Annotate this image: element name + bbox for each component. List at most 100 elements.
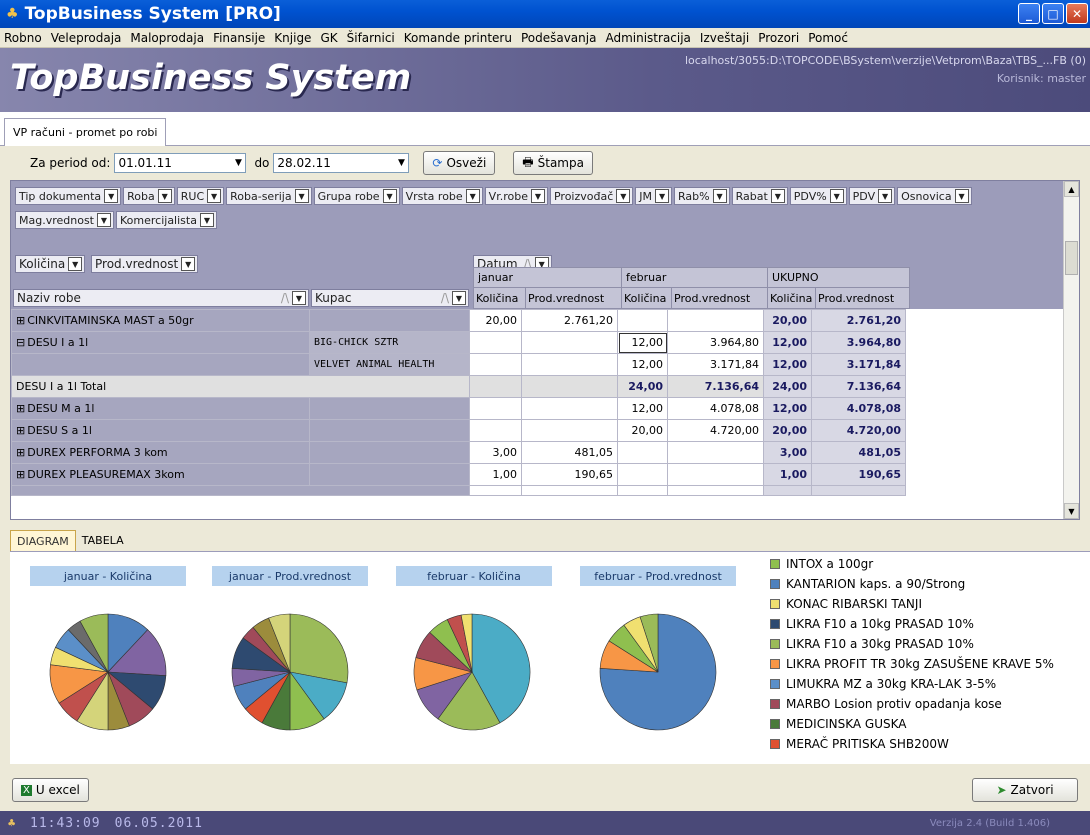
menu-sifarnici[interactable]: Šifarnici — [347, 31, 395, 45]
tab-diagram[interactable]: DIAGRAM — [10, 530, 76, 551]
expand-icon[interactable]: ⊞ — [16, 424, 25, 437]
dropdown-arrow-icon[interactable]: ▼ — [616, 189, 631, 203]
menu-veleprodaja[interactable]: Veleprodaja — [51, 31, 122, 45]
dropdown-arrow-icon[interactable]: ▼ — [394, 158, 408, 168]
table-row[interactable]: ⊞ CINKVITAMINSKA MAST a 50gr 20,00 2.761,20… — [11, 309, 906, 332]
table-row[interactable]: DESU I a 1l Total 24,00 7.136,64 24,00 7.136… — [11, 375, 906, 398]
print-button[interactable]: 🖶 Štampa — [513, 151, 593, 175]
table-row[interactable] — [11, 485, 906, 496]
filter-field-2[interactable]: RUC ▼ — [176, 187, 225, 205]
close-window-button[interactable]: ➤ Zatvori — [972, 778, 1078, 802]
filter-field-3[interactable]: Roba-serija ▼ — [226, 187, 312, 205]
expand-icon[interactable]: ⊞ — [16, 402, 25, 415]
data-field-kolicina[interactable]: Količina ▼ — [15, 255, 86, 273]
filter-field-11[interactable]: PDV% ▼ — [789, 187, 847, 205]
customer-cell — [309, 397, 470, 420]
legend-item: LIMUKRA MZ a 30kg KRA-LAK 3-5% — [770, 674, 1054, 694]
dropdown-arrow-icon[interactable]: ▼ — [97, 213, 111, 227]
value-cell: 2.761,20 — [811, 309, 906, 332]
value-cell: 190,65 — [811, 463, 906, 486]
dropdown-arrow-icon[interactable]: ▼ — [878, 189, 893, 203]
expand-icon[interactable]: ⊞ — [16, 446, 25, 459]
tab-tabela[interactable]: TABELA — [76, 530, 130, 551]
filter-field-8[interactable]: JM ▼ — [635, 187, 673, 205]
data-field-prod-vrednost[interactable]: Prod.vrednost ▼ — [91, 255, 199, 273]
dropdown-arrow-icon[interactable]: ▼ — [382, 189, 397, 203]
period-from-input[interactable]: 01.01.11 ▼ — [114, 153, 247, 173]
dropdown-arrow-icon[interactable]: ▼ — [157, 189, 172, 203]
filter-field-0[interactable]: Tip dokumenta ▼ — [15, 187, 122, 205]
dropdown-arrow-icon[interactable]: ▼ — [829, 189, 844, 203]
expand-icon[interactable]: ⊞ — [16, 468, 25, 481]
minimize-button[interactable]: _ — [1018, 3, 1040, 24]
menu-pomoc[interactable]: Pomoć — [808, 31, 848, 45]
version-label: Verzija 2.4 (Build 1.406) — [929, 817, 1050, 829]
filter-field-7[interactable]: Proizvođač ▼ — [549, 187, 634, 205]
dropdown-arrow-icon[interactable]: ▼ — [712, 189, 727, 203]
dropdown-arrow-icon[interactable]: ▼ — [231, 158, 245, 168]
value-cell: 3.171,84 — [667, 353, 764, 376]
menu-robno[interactable]: Robno — [4, 31, 42, 45]
filter-field-14[interactable]: Mag.vrednost ▼ — [15, 211, 114, 229]
pie-slice — [289, 613, 349, 684]
table-row[interactable]: ⊞ DUREX PLEASUREMAX 3kom 1,00 190,65 1,00 190… — [11, 463, 906, 486]
menu-knjige[interactable]: Knjige — [274, 31, 311, 45]
legend-swatch — [770, 599, 780, 609]
row-name-cell: ⊟ DESU I a 1l — [11, 331, 310, 354]
tab-vp-racuni[interactable]: VP računi - promet po robi — [4, 118, 167, 146]
vertical-scrollbar[interactable]: ▲ ▼ — [1063, 181, 1079, 519]
expand-icon[interactable]: ⊞ — [16, 314, 25, 327]
maximize-button[interactable]: □ — [1042, 3, 1064, 24]
scroll-down-icon[interactable]: ▼ — [1064, 503, 1079, 519]
legend-item: MARBO Losion protiv opadanja kose — [770, 694, 1054, 714]
menu-gk[interactable]: GK — [320, 31, 337, 45]
dropdown-arrow-icon[interactable]: ▼ — [294, 189, 309, 203]
title-bar: ♣ TopBusiness System [PRO] _ □ ✕ — [0, 0, 1090, 28]
close-button[interactable]: ✕ — [1066, 3, 1088, 24]
table-row[interactable]: ⊞ DUREX PERFORMA 3 kom 3,00 481,05 3,00 481,0… — [11, 441, 906, 464]
dropdown-arrow-icon[interactable]: ▼ — [954, 189, 969, 203]
table-row[interactable]: ⊞ DESU S a 1l 20,00 4.720,00 20,00 4.720,00 — [11, 419, 906, 442]
menu-finansije[interactable]: Finansije — [213, 31, 265, 45]
filter-field-15[interactable]: Komercijalista ▼ — [116, 211, 217, 229]
filter-field-4[interactable]: Grupa robe ▼ — [313, 187, 400, 205]
filter-field-10[interactable]: Rabat ▼ — [731, 187, 788, 205]
dropdown-arrow-icon[interactable]: ▼ — [207, 189, 222, 203]
filter-field-9[interactable]: Rab% ▼ — [674, 187, 730, 205]
menu-administracija[interactable]: Administracija — [605, 31, 690, 45]
menu-maloprodaja[interactable]: Maloprodaja — [130, 31, 204, 45]
table-row[interactable]: ⊞ DESU M a 1l 12,00 4.078,08 12,00 4.078,08 — [11, 397, 906, 420]
sub-header: Količina — [767, 287, 816, 309]
dropdown-arrow-icon[interactable]: ▼ — [104, 189, 119, 203]
expand-icon[interactable]: ⊟ — [16, 336, 25, 349]
dropdown-arrow-icon[interactable]: ▼ — [530, 189, 545, 203]
filter-field-5[interactable]: Vrsta robe ▼ — [401, 187, 483, 205]
dropdown-arrow-icon[interactable]: ▼ — [465, 189, 480, 203]
refresh-button[interactable]: ⟳ Osveži — [423, 151, 496, 175]
scroll-thumb[interactable] — [1065, 241, 1078, 275]
menu-komande-printeru[interactable]: Komande printeru — [404, 31, 512, 45]
database-path: localhost/3055:D:\TOPCODE\BSystem\verzij… — [684, 54, 1086, 67]
row-field-naziv-robe[interactable]: Naziv robe/\ ▼ — [13, 289, 309, 307]
value-cell — [469, 375, 522, 398]
filter-field-12[interactable]: PDV ▼ — [848, 187, 896, 205]
dropdown-arrow-icon[interactable]: ▼ — [655, 189, 670, 203]
menu-izvestaji[interactable]: Izveštaji — [700, 31, 749, 45]
menu-podesavanja[interactable]: Podešavanja — [521, 31, 597, 45]
filter-field-6[interactable]: Vr.robe ▼ — [484, 187, 548, 205]
scroll-up-icon[interactable]: ▲ — [1064, 181, 1079, 197]
month-header-ukupno: UKUPNO — [767, 267, 910, 288]
dropdown-arrow-icon[interactable]: ▼ — [770, 189, 785, 203]
row-field-kupac[interactable]: Kupac/\ ▼ — [311, 289, 469, 307]
table-row[interactable]: ⊟ DESU I a 1l BIG-CHICK SZTR 12,00 3.964,80 1… — [11, 331, 906, 354]
menu-prozori[interactable]: Prozori — [758, 31, 799, 45]
dropdown-arrow-icon[interactable]: ▼ — [199, 213, 214, 227]
period-to-input[interactable]: 28.02.11 ▼ — [273, 153, 410, 173]
filter-field-1[interactable]: Roba ▼ — [123, 187, 175, 205]
export-excel-button[interactable]: X U excel — [12, 778, 89, 802]
app-logo: TopBusiness System — [10, 58, 412, 98]
filter-field-13[interactable]: Osnovica ▼ — [897, 187, 972, 205]
exit-icon: ➤ — [996, 783, 1007, 797]
table-row[interactable]: VELVET ANIMAL HEALTH 12,00 3.171,84 12,00 3.… — [11, 353, 906, 376]
value-cell — [469, 397, 522, 420]
